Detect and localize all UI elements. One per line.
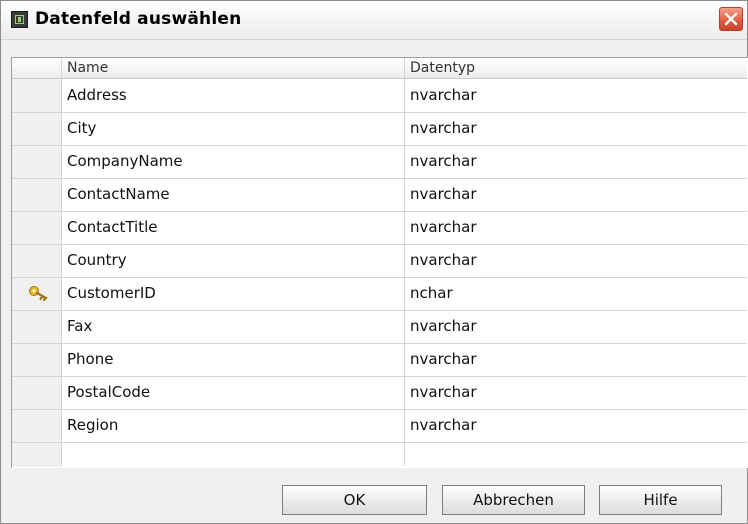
dialog-window: Datenfeld auswählen Name Datentyp Addres… (0, 0, 748, 524)
column-header-name[interactable]: Name (67, 60, 108, 76)
title-bar[interactable]: Datenfeld auswählen (1, 1, 747, 40)
cell-name: ContactName (67, 185, 170, 203)
field-table: Name Datentyp Address nvarchar City nvarcha… (11, 57, 748, 468)
table-row[interactable]: ContactTitle nvarchar (12, 211, 747, 245)
cell-name: CompanyName (67, 152, 183, 170)
table-row[interactable]: Country nvarchar (12, 244, 747, 278)
table-row[interactable]: City nvarchar (12, 112, 747, 146)
help-button[interactable]: Hilfe (599, 485, 722, 515)
cell-type: nvarchar (410, 119, 477, 137)
column-header-type[interactable]: Datentyp (410, 60, 475, 76)
cell-type: nvarchar (410, 251, 477, 269)
cell-type: nvarchar (410, 218, 477, 236)
table-row[interactable]: CustomerID nchar (12, 277, 747, 311)
table-row[interactable]: CompanyName nvarchar (12, 145, 747, 179)
table-row[interactable]: Address nvarchar (12, 79, 747, 113)
cell-type: nvarchar (410, 317, 477, 335)
cell-name: Fax (67, 317, 93, 335)
cell-type: nvarchar (410, 152, 477, 170)
cell-type: nvarchar (410, 383, 477, 401)
cancel-button[interactable]: Abbrechen (442, 485, 585, 515)
table-row[interactable]: Region nvarchar (12, 409, 747, 443)
cell-name: City (67, 119, 97, 137)
table-row[interactable]: ContactName nvarchar (12, 178, 747, 212)
cell-name: ContactTitle (67, 218, 158, 236)
table-header: Name Datentyp (12, 58, 747, 79)
cell-type: nchar (410, 284, 453, 302)
cell-name: Region (67, 416, 119, 434)
cell-type: nvarchar (410, 185, 477, 203)
ok-button[interactable]: OK (282, 485, 427, 515)
cell-type: nvarchar (410, 416, 477, 434)
table-row[interactable]: PostalCode nvarchar (12, 376, 747, 410)
close-button[interactable] (719, 7, 743, 31)
cell-name: Phone (67, 350, 114, 368)
app-icon (11, 11, 28, 28)
cell-type: nvarchar (410, 86, 477, 104)
cell-name: Country (67, 251, 127, 269)
table-row[interactable]: Fax nvarchar (12, 310, 747, 344)
close-icon (724, 12, 738, 26)
cell-type: nvarchar (410, 350, 477, 368)
key-icon (28, 285, 50, 305)
window-title: Datenfeld auswählen (35, 9, 242, 29)
cell-name: CustomerID (67, 284, 156, 302)
cell-name: PostalCode (67, 383, 151, 401)
table-row[interactable]: Phone nvarchar (12, 343, 747, 377)
cell-name: Address (67, 86, 127, 104)
